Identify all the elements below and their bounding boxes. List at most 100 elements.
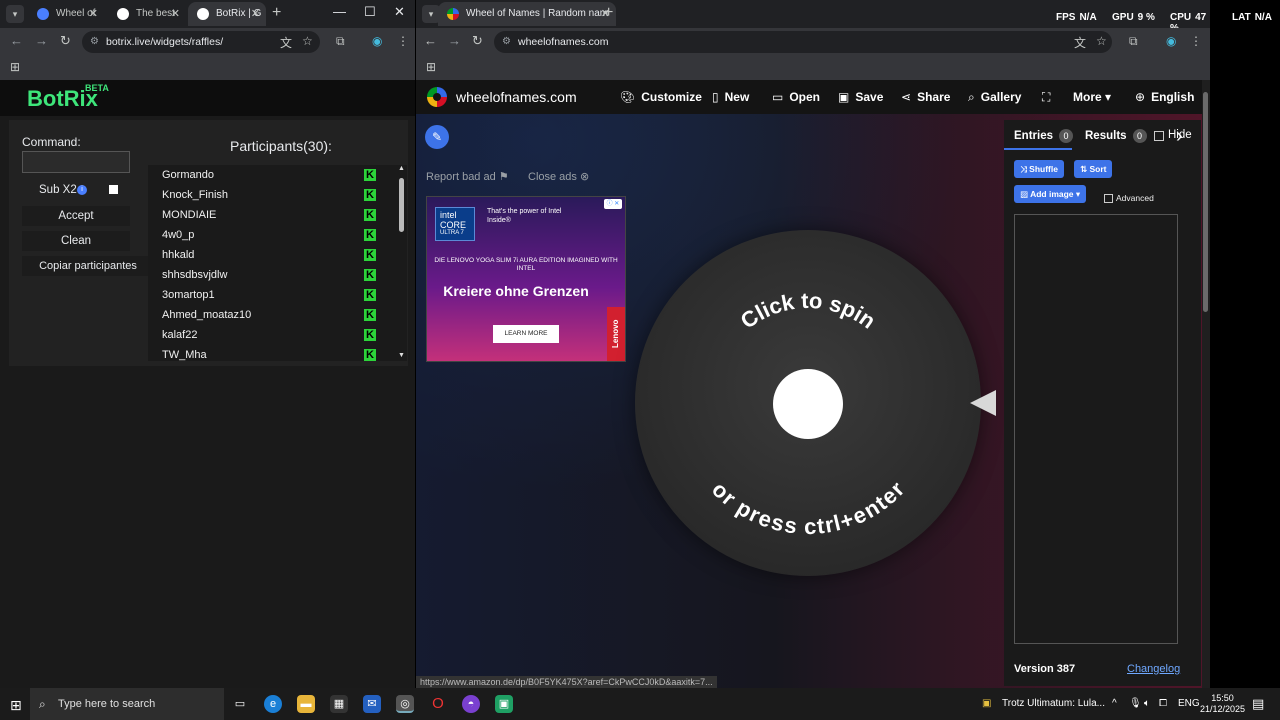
more-menu[interactable]: More ▾ — [1073, 90, 1111, 104]
participants-scrollbar[interactable]: ▲ ▼ — [397, 165, 407, 361]
mail-icon[interactable]: ✉ — [363, 695, 381, 713]
reload-icon[interactable]: ↻ — [472, 33, 483, 49]
minimize-icon[interactable]: — — [333, 4, 346, 19]
tab-botrix[interactable]: BotRix | G ✕ — [188, 2, 266, 26]
wheel-logo-icon[interactable] — [427, 87, 447, 107]
edit-pencil-icon[interactable]: ✎ — [425, 125, 449, 149]
edge-icon[interactable]: e — [264, 695, 282, 713]
language-indicator[interactable]: ENG — [1178, 688, 1200, 720]
add-image-button[interactable]: ▨ Add image ▾ — [1014, 185, 1087, 203]
browser-menu-icon[interactable]: ⋮ — [1190, 34, 1202, 48]
scroll-up-icon[interactable]: ▲ — [398, 165, 405, 172]
windows-start-icon[interactable]: ⊞ — [10, 697, 22, 714]
site-info-icon[interactable]: ⚙ — [502, 31, 511, 53]
speaker-icon[interactable]: 🔈︎ — [1144, 688, 1150, 720]
notifications-icon[interactable]: ▤ — [1252, 688, 1264, 720]
close-window-icon[interactable]: ✕ — [394, 4, 405, 20]
browser-menu-icon[interactable]: ⋮ — [397, 34, 409, 48]
customize-button[interactable]: 🎨︎ Customize — [620, 90, 702, 104]
participant-name: Knock_Finish — [162, 189, 229, 201]
taskbar-search[interactable]: ⌕ Type here to search — [30, 688, 224, 720]
clock-date: 21/12/2025 — [1200, 704, 1246, 714]
accept-button[interactable]: Accept — [22, 206, 130, 226]
share-button[interactable]: ⋖ Share — [901, 90, 950, 104]
bookmarks-bar: ⊞ — [0, 56, 415, 80]
command-input[interactable] — [22, 151, 130, 173]
site-info-icon[interactable]: ⚙ — [90, 31, 99, 53]
new-tab-icon[interactable]: + — [604, 4, 613, 22]
profile-icon[interactable]: ◉ — [1166, 34, 1176, 48]
new-button[interactable]: ▯ New — [712, 90, 749, 104]
tab-the-best[interactable]: The best ✕ — [108, 2, 186, 26]
file-explorer-icon[interactable]: ▬ — [297, 695, 315, 713]
scroll-down-icon[interactable]: ▼ — [398, 352, 405, 359]
changelog-link[interactable]: Changelog — [1127, 663, 1180, 675]
entries-sidebar: Entries 0 Results 0 Hide ⤨ Shuffle ⇅ Sort … — [1004, 120, 1201, 686]
advanced-checkbox[interactable] — [1104, 194, 1113, 203]
participants-list[interactable]: Gormando K Knock_Finish K MONDIAIE K 4w0_p Khhk… — [148, 165, 398, 361]
apps-grid-icon[interactable]: ⊞ — [10, 60, 20, 74]
close-tab-icon[interactable]: ✕ — [89, 2, 98, 26]
report-bad-ad-link[interactable]: Report bad ad ⚑ — [426, 170, 509, 183]
media-title[interactable]: Trotz Ultimatum: Lula... — [1002, 688, 1105, 720]
back-icon[interactable]: ← — [10, 33, 23, 48]
tab-wheel[interactable]: Wheel of ✕ — [28, 2, 104, 26]
shuffle-button[interactable]: ⤨ Shuffle — [1014, 160, 1064, 178]
system-clock[interactable]: 15:50 21/12/2025 — [1200, 693, 1245, 715]
tab-strip: ▾ Wheel of ✕ The best ✕ BotRix | G ✕ + —… — [0, 0, 415, 28]
maximize-icon[interactable]: ☐ — [364, 4, 376, 20]
sub-x2-checkbox[interactable] — [109, 185, 118, 194]
close-tab-icon[interactable]: ✕ — [171, 2, 180, 26]
mic-icon[interactable]: 🎙︎ — [1129, 688, 1142, 720]
forward-icon[interactable]: → — [35, 33, 48, 48]
chrome-icon[interactable]: ◎ — [396, 695, 414, 713]
close-ads-link[interactable]: Close ads ⊗ — [528, 170, 589, 183]
profile-icon[interactable]: ◉ — [372, 34, 382, 48]
translate-icon[interactable]: 文 — [280, 34, 292, 51]
bookmark-star-icon[interactable]: ☆ — [1096, 34, 1107, 48]
close-tab-icon[interactable]: ✕ — [251, 2, 260, 26]
extensions-icon[interactable]: ⧉ — [1129, 34, 1138, 49]
entries-textarea[interactable] — [1014, 214, 1178, 644]
tab-wheel-of-names[interactable]: Wheel of Names | Random nam ✕ — [438, 2, 616, 26]
chevron-right-icon[interactable]: › — [1176, 125, 1183, 148]
tab-results[interactable]: Results 0 — [1085, 129, 1147, 143]
tab-search-icon[interactable]: ▾ — [6, 5, 24, 23]
store-icon[interactable]: ▦ — [330, 695, 348, 713]
network-icon[interactable]: ⧠ — [1159, 688, 1167, 720]
sort-button[interactable]: ⇅ Sort — [1074, 160, 1113, 178]
wheel-center-hub[interactable] — [773, 369, 843, 439]
fullscreen-button[interactable]: ⛶ — [1042, 90, 1056, 105]
participant-name: 3omartop1 — [162, 289, 215, 301]
save-button[interactable]: ▣ Save — [838, 90, 883, 104]
new-tab-icon[interactable]: + — [272, 4, 281, 22]
opera-icon[interactable]: O — [429, 695, 447, 713]
forward-icon[interactable]: → — [448, 33, 461, 48]
copy-participants-button[interactable]: Copiar participantes — [22, 256, 154, 276]
apps-grid-icon[interactable]: ⊞ — [426, 60, 436, 74]
translate-icon[interactable]: 文 — [1074, 34, 1086, 51]
scroll-thumb[interactable] — [1203, 92, 1208, 312]
extensions-icon[interactable]: ⧉ — [336, 34, 345, 49]
open-button[interactable]: ▭ Open — [772, 90, 820, 104]
tray-chevron-icon[interactable]: ^ — [1112, 688, 1117, 720]
app-icon[interactable]: ▣ — [495, 695, 513, 713]
task-view-icon[interactable]: ▭ — [231, 695, 249, 713]
adchoices-icon[interactable]: ⓘ ✕ — [604, 199, 622, 209]
language-selector[interactable]: ⊕ English — [1135, 90, 1194, 104]
bookmark-star-icon[interactable]: ☆ — [302, 34, 313, 48]
info-icon[interactable]: i — [77, 185, 87, 195]
hide-checkbox[interactable] — [1154, 131, 1164, 141]
advertisement-banner[interactable]: intel CORE ULTRA 7 That's the power of In… — [426, 196, 626, 362]
tab-entries[interactable]: Entries 0 — [1014, 129, 1073, 143]
gallery-button[interactable]: ⌕ Gallery — [968, 90, 1021, 105]
address-bar[interactable]: ⚙ wheelofnames.com — [494, 31, 1112, 53]
discord-icon[interactable]: ◓ — [462, 695, 480, 713]
page-scrollbar[interactable] — [1202, 80, 1210, 688]
back-icon[interactable]: ← — [424, 33, 437, 48]
learn-more-button[interactable]: LEARN MORE — [493, 325, 559, 343]
reload-icon[interactable]: ↻ — [60, 33, 71, 49]
clean-button[interactable]: Clean — [22, 231, 130, 251]
scroll-thumb[interactable] — [399, 178, 404, 232]
site-title[interactable]: wheelofnames.com — [456, 89, 577, 105]
